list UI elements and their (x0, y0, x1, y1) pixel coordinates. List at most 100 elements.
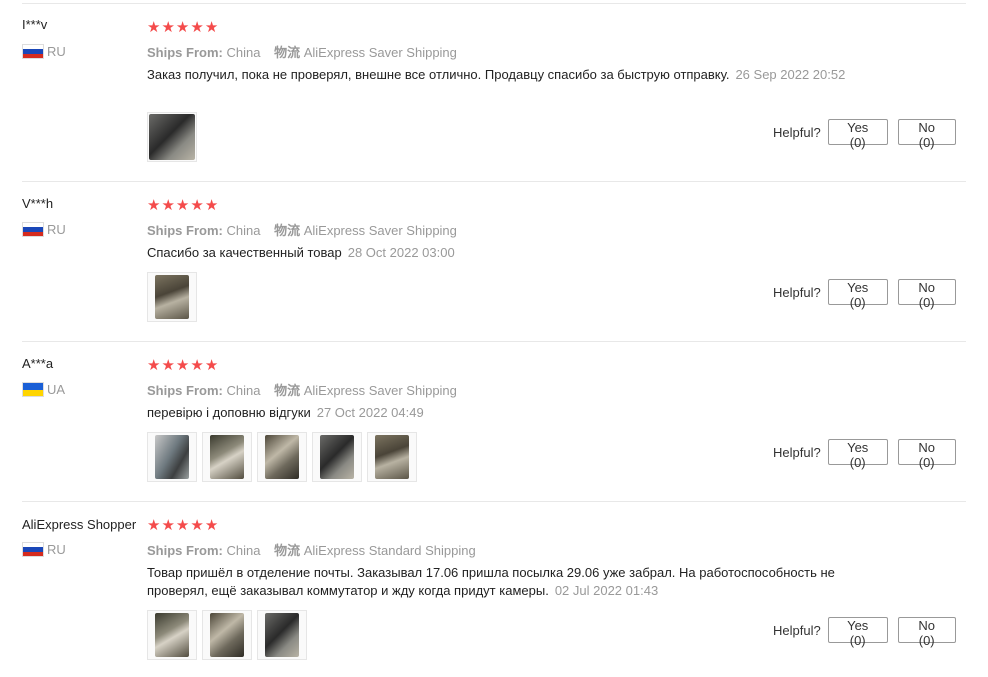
review-photos (147, 112, 197, 162)
helpful-yes-button[interactable]: Yes (0) (827, 439, 888, 470)
shipping-info: Ships From: China 物流 AliExpress Saver Sh… (147, 380, 457, 399)
ships-from-label: Ships From: (147, 543, 223, 558)
ships-from-value: China (226, 543, 261, 558)
star-icon: ★ (161, 356, 175, 374)
star-icon: ★ (147, 516, 161, 534)
star-icon: ★ (161, 516, 175, 534)
review-photo-thumbnail[interactable] (257, 432, 307, 482)
reviewer-country: UA (22, 382, 65, 397)
photo-image (155, 435, 189, 479)
star-icon: ★ (204, 18, 219, 36)
flag-icon (22, 44, 44, 59)
ships-from-label: Ships From: (147, 45, 223, 60)
star-icon: ★ (190, 196, 204, 214)
helpful-vote: Helpful? Yes (0) No (0) (773, 617, 956, 648)
reviewer-name: AliExpress Shopper (22, 517, 137, 532)
review-body: перевірю і доповню відгуки (147, 405, 311, 420)
reviewer-country: RU (22, 44, 66, 59)
shipping-info: Ships From: China 物流 AliExpress Standard… (147, 540, 476, 559)
shipping-method: AliExpress Saver Shipping (303, 223, 457, 238)
photo-image (155, 275, 189, 319)
review-date: 27 Oct 2022 04:49 (316, 405, 424, 420)
photo-image (265, 613, 299, 657)
review-photo-thumbnail[interactable] (257, 610, 307, 660)
reviewer-country: RU (22, 222, 66, 237)
review-photo-thumbnail[interactable] (147, 610, 197, 660)
star-icon: ★ (175, 356, 190, 374)
flag-stripe (23, 389, 43, 396)
star-rating: ★ ★ ★ ★ ★ (147, 517, 218, 533)
review-body: Заказ получил, пока не проверял, внешне … (147, 67, 730, 82)
star-rating: ★ ★ ★ ★ ★ (147, 357, 218, 373)
helpful-no-button[interactable]: No (0) (897, 119, 956, 150)
shipping-method: AliExpress Saver Shipping (303, 45, 457, 60)
review-text: Спасибо за качественный товар 28 Oct 2022… (147, 244, 867, 262)
helpful-yes-button[interactable]: Yes (0) (827, 279, 888, 310)
review-photo-thumbnail[interactable] (312, 432, 362, 482)
review-photo-thumbnail[interactable] (202, 432, 252, 482)
reviewer-name: I***v (22, 17, 48, 32)
star-icon: ★ (190, 356, 204, 374)
ships-from-value: China (226, 223, 261, 238)
flag-stripe (23, 53, 43, 58)
review-photo-thumbnail[interactable] (147, 272, 197, 322)
star-icon: ★ (175, 196, 190, 214)
review-photos (147, 272, 197, 322)
country-code: RU (47, 44, 66, 59)
star-icon: ★ (204, 516, 219, 534)
top-divider (22, 3, 966, 4)
helpful-label: Helpful? (773, 124, 821, 140)
helpful-label: Helpful? (773, 444, 821, 460)
reviewer-name: V***h (22, 196, 54, 211)
helpful-label: Helpful? (773, 284, 821, 300)
country-code: RU (47, 542, 66, 557)
star-icon: ★ (147, 18, 161, 36)
review-list: I***v RU ★ ★ ★ ★ ★ Ships From: China 物流 AliE… (0, 0, 988, 677)
photo-image (375, 435, 409, 479)
shipping-method: AliExpress Saver Shipping (303, 383, 457, 398)
logistics-label: 物流 (274, 45, 301, 60)
review-body: Товар пришёл в отделение почты. Заказыва… (147, 565, 835, 598)
helpful-yes-button[interactable]: Yes (0) (827, 617, 888, 648)
helpful-no-button[interactable]: No (0) (897, 279, 956, 310)
review-divider (22, 181, 966, 182)
country-code: UA (47, 382, 66, 397)
logistics-label: 物流 (274, 383, 301, 398)
star-icon: ★ (161, 18, 175, 36)
review-text: перевірю і доповню відгуки 27 Oct 2022 04… (147, 404, 867, 422)
star-icon: ★ (190, 516, 204, 534)
helpful-vote: Helpful? Yes (0) No (0) (773, 119, 956, 150)
country-code: RU (47, 222, 66, 237)
helpful-vote: Helpful? Yes (0) No (0) (773, 279, 956, 310)
photo-image (155, 613, 189, 657)
star-icon: ★ (161, 196, 175, 214)
helpful-vote: Helpful? Yes (0) No (0) (773, 439, 956, 470)
star-rating: ★ ★ ★ ★ ★ (147, 19, 218, 35)
star-icon: ★ (204, 356, 219, 374)
photo-image (265, 435, 299, 479)
reviewer-country: RU (22, 542, 66, 557)
review-photo-thumbnail[interactable] (147, 432, 197, 482)
review-body: Спасибо за качественный товар (147, 245, 342, 260)
helpful-no-button[interactable]: No (0) (897, 439, 956, 470)
helpful-label: Helpful? (773, 622, 821, 638)
review-text: Товар пришёл в отделение почты. Заказыва… (147, 564, 877, 600)
shipping-info: Ships From: China 物流 AliExpress Saver Sh… (147, 220, 457, 239)
photo-image (149, 114, 195, 160)
star-icon: ★ (175, 18, 190, 36)
review-photo-thumbnail[interactable] (147, 112, 197, 162)
star-icon: ★ (190, 18, 204, 36)
review-photo-thumbnail[interactable] (367, 432, 417, 482)
flag-icon (22, 222, 44, 237)
helpful-no-button[interactable]: No (0) (897, 617, 956, 648)
photo-image (210, 435, 244, 479)
flag-stripe (23, 231, 43, 236)
flag-icon (22, 542, 44, 557)
shipping-info: Ships From: China 物流 AliExpress Saver Sh… (147, 42, 457, 61)
review-date: 28 Oct 2022 03:00 (347, 245, 455, 260)
review-photos (147, 610, 307, 660)
review-photo-thumbnail[interactable] (202, 610, 252, 660)
star-icon: ★ (204, 196, 219, 214)
photo-image (210, 613, 244, 657)
helpful-yes-button[interactable]: Yes (0) (827, 119, 888, 150)
